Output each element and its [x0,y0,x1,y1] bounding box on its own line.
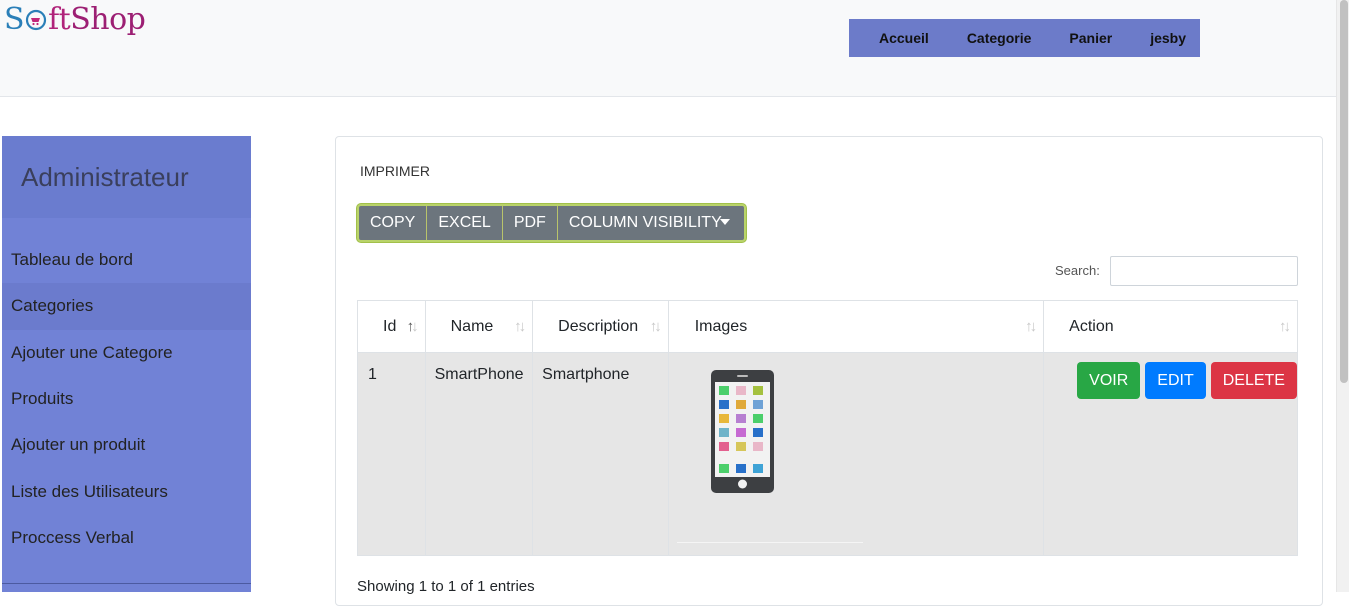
cell-image [667,352,1045,556]
column-header-description[interactable]: Description ↑↓ [532,300,669,353]
sidebar-item-users[interactable]: Liste des Utilisateurs [2,468,251,514]
sort-icon: ↑↓ [1279,318,1291,335]
column-header-id[interactable]: Id ↑↓ [357,300,426,353]
site-logo[interactable]: SftShop [4,2,146,37]
sort-asc-icon: ↑↓ [406,318,419,335]
table-header-row: Id ↑↓ Name ↑↓ Description ↑↓ Images ↑↓ Actio… [357,300,1298,353]
nav-user[interactable]: jesby [1150,30,1186,46]
cell-id: 1 [357,352,426,556]
table-row: 1 SmartPhone Smartphone VOIR EDIT DELETE [357,352,1298,556]
cell-description: Smartphone [532,352,669,556]
column-id-label: Id [383,317,397,335]
search-label: Search: [1055,263,1100,278]
print-label: IMPRIMER [360,163,430,179]
sidebar-item-dashboard[interactable]: Tableau de bord [2,237,251,283]
column-header-name[interactable]: Name ↑↓ [424,300,534,353]
sidebar-item-products[interactable]: Produits [2,376,251,422]
page-scrollbar[interactable] [1336,0,1349,592]
column-visibility-label: COLUMN VISIBILITY [568,214,722,231]
sidebar-item-categories[interactable]: Categories [2,283,251,330]
top-navigation: Accueil Categorie Panier jesby [849,19,1200,57]
column-images-label: Images [694,317,748,335]
column-description-label: Description [558,317,639,335]
edit-button[interactable]: EDIT [1145,362,1206,399]
delete-button[interactable]: DELETE [1210,362,1297,399]
column-name-label: Name [450,317,494,335]
image-caption-line [676,542,863,543]
nav-accueil[interactable]: Accueil [879,30,929,46]
logo-letters-ft: ft [48,2,71,37]
smartphone-icon [710,370,774,493]
excel-button[interactable]: EXCEL [427,206,503,240]
sort-icon: ↑↓ [649,318,662,335]
nav-categorie[interactable]: Categorie [967,30,1032,46]
column-action-label: Action [1069,317,1114,335]
chevron-down-icon [719,219,730,225]
column-header-images[interactable]: Images ↑↓ [667,300,1045,353]
categories-table: Id ↑↓ Name ↑↓ Description ↑↓ Images ↑↓ Actio… [357,300,1298,556]
sidebar-title: Administrateur [2,136,251,218]
sidebar-item-add-product[interactable]: Ajouter un produit [2,422,251,468]
export-button-group: COPY EXCEL PDF COLUMN VISIBILITY [357,204,746,242]
pdf-button[interactable]: PDF [503,206,558,240]
cell-name: SmartPhone [424,352,534,556]
scrollbar-thumb[interactable] [1340,0,1348,383]
cart-logo-icon [25,4,47,31]
logo-letter-s: S [4,2,25,37]
sidebar-divider [2,583,251,584]
table-info-text: Showing 1 to 1 of 1 entries [357,578,535,595]
view-button[interactable]: VOIR [1077,362,1141,399]
sidebar-item-add-category[interactable]: Ajouter une Categore [2,330,251,376]
column-header-action[interactable]: Action ↑↓ [1043,300,1298,353]
nav-panier[interactable]: Panier [1069,30,1112,46]
sidebar-item-process-verbal[interactable]: Proccess Verbal [2,515,251,561]
sort-icon: ↑↓ [514,318,526,335]
sort-icon: ↑↓ [1025,318,1037,335]
cell-actions: VOIR EDIT DELETE [1043,352,1298,556]
admin-sidebar: Administrateur Tableau de bord Categorie… [2,136,251,592]
search-input[interactable] [1110,256,1298,286]
copy-button[interactable]: COPY [359,206,428,240]
categories-card: IMPRIMER COPY EXCEL PDF COLUMN VISIBILIT… [335,136,1323,606]
top-header: SftShop Accueil Categorie Panier jesby [0,0,1336,97]
logo-word-shop: Shop [70,2,146,37]
column-visibility-button[interactable]: COLUMN VISIBILITY [558,206,744,240]
